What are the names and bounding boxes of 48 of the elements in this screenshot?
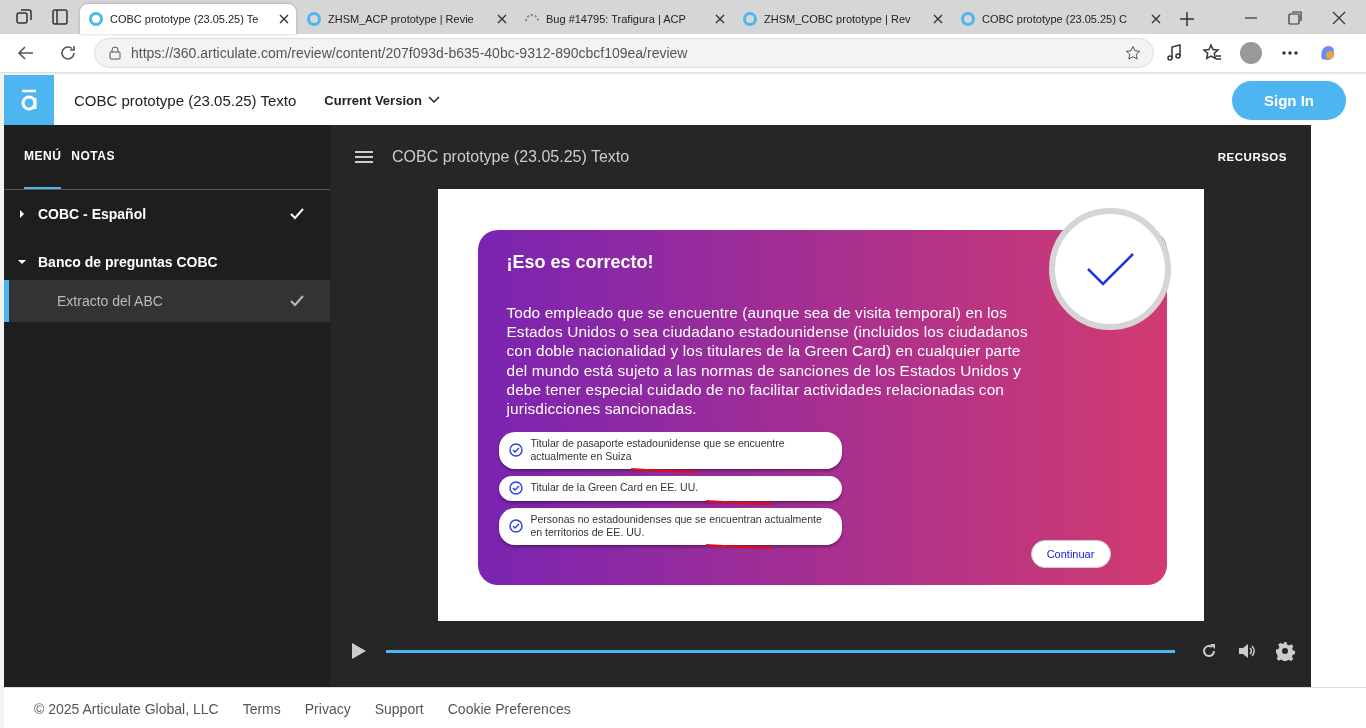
ring-icon — [88, 11, 104, 27]
feedback-text: Todo empleado que se encuentre (aunque sea de visita temporal) en los Estados Unidos o sea ciudadano estadounidense (incluidos los ciudadanos con doble nacionalidad y los titulares de la Green Card) en cualquier parte del mundo está sujeto a las normas de sanciones de los Estados Unidos y debe tener especial cuidado de no facilitar actividades relacionadas con jurisdicciones sancionadas. — [506, 303, 1029, 419]
copyright-text: © 2025 Articulate Global, LLC — [34, 701, 219, 717]
progress-bar[interactable] — [386, 649, 1175, 653]
tab-actions-icon[interactable] — [50, 7, 70, 27]
sidebar-tab[interactable]: MENÚ — [24, 125, 62, 189]
settings-icon[interactable] — [1275, 641, 1295, 661]
caret-right-icon[interactable] — [18, 210, 26, 218]
browser-tab[interactable]: ZHSM_COBC prototype | Rev — [734, 4, 950, 34]
footer-link[interactable]: Privacy — [304, 701, 351, 717]
menu-icon[interactable] — [354, 149, 374, 165]
new-tab-icon[interactable] — [1178, 10, 1196, 28]
footer-link[interactable]: Terms — [242, 701, 281, 717]
option-text: Titular de pasaporte estadounidense que se encuentre actualmente en Suiza — [530, 437, 786, 464]
continue-button[interactable]: Continuar — [1030, 540, 1111, 568]
lock-icon — [107, 45, 123, 61]
resources-button[interactable]: RECURSOS — [1211, 150, 1293, 164]
address-bar[interactable]: https://360.articulate.com/review/content/207f093d-b635-40bc-9312-890cbcf109ea/review — [94, 38, 1154, 68]
music-note-icon[interactable] — [1164, 43, 1184, 63]
favorites-icon[interactable] — [1202, 43, 1222, 63]
ring-icon — [306, 11, 322, 27]
menu-subitem[interactable]: Extracto del ABC — [4, 280, 330, 322]
profile-avatar[interactable] — [1240, 42, 1262, 64]
ring-icon — [960, 11, 976, 27]
caret-down-icon[interactable] — [18, 258, 26, 266]
reload-icon[interactable] — [58, 43, 78, 63]
chevron-down-icon — [427, 96, 440, 104]
browser-tab[interactable]: COBC prototype (23.05.25) Te — [80, 4, 296, 34]
menu-item[interactable]: COBC - Español — [4, 190, 330, 238]
course-title: COBC prototype (23.05.25) Texto — [74, 91, 297, 109]
feedback-heading: ¡Eso es correcto! — [506, 252, 655, 273]
check-circle-icon — [1047, 207, 1172, 331]
player-title: COBC prototype (23.05.25) Texto — [392, 148, 631, 166]
option-text: Titular de la Green Card en EE. UU. — [530, 481, 699, 495]
volume-icon[interactable] — [1237, 641, 1257, 661]
footer-link[interactable]: Cookie Preferences — [447, 701, 571, 717]
browser-tab[interactable]: COBC prototype (23.05.25) C — [952, 4, 1168, 34]
sidebar-tab[interactable]: NOTAS — [71, 125, 115, 189]
option-text: Personas no estadounidenses que se encuentran actualmente en territorios de EE. UU. — [530, 513, 823, 540]
restore-icon[interactable] — [1288, 11, 1302, 25]
ring-icon — [742, 11, 758, 27]
workspaces-icon[interactable] — [14, 7, 34, 27]
browser-tab[interactable]: Bug #14795: Trafigura | ACP — [516, 4, 732, 34]
footer-link[interactable]: Support — [374, 701, 424, 717]
version-dropdown[interactable]: Current Version — [318, 91, 446, 109]
star-icon[interactable] — [1125, 45, 1141, 61]
browser-tab[interactable]: ZHSM_ACP prototype | Revie — [298, 4, 514, 34]
close-icon[interactable] — [1332, 11, 1346, 25]
